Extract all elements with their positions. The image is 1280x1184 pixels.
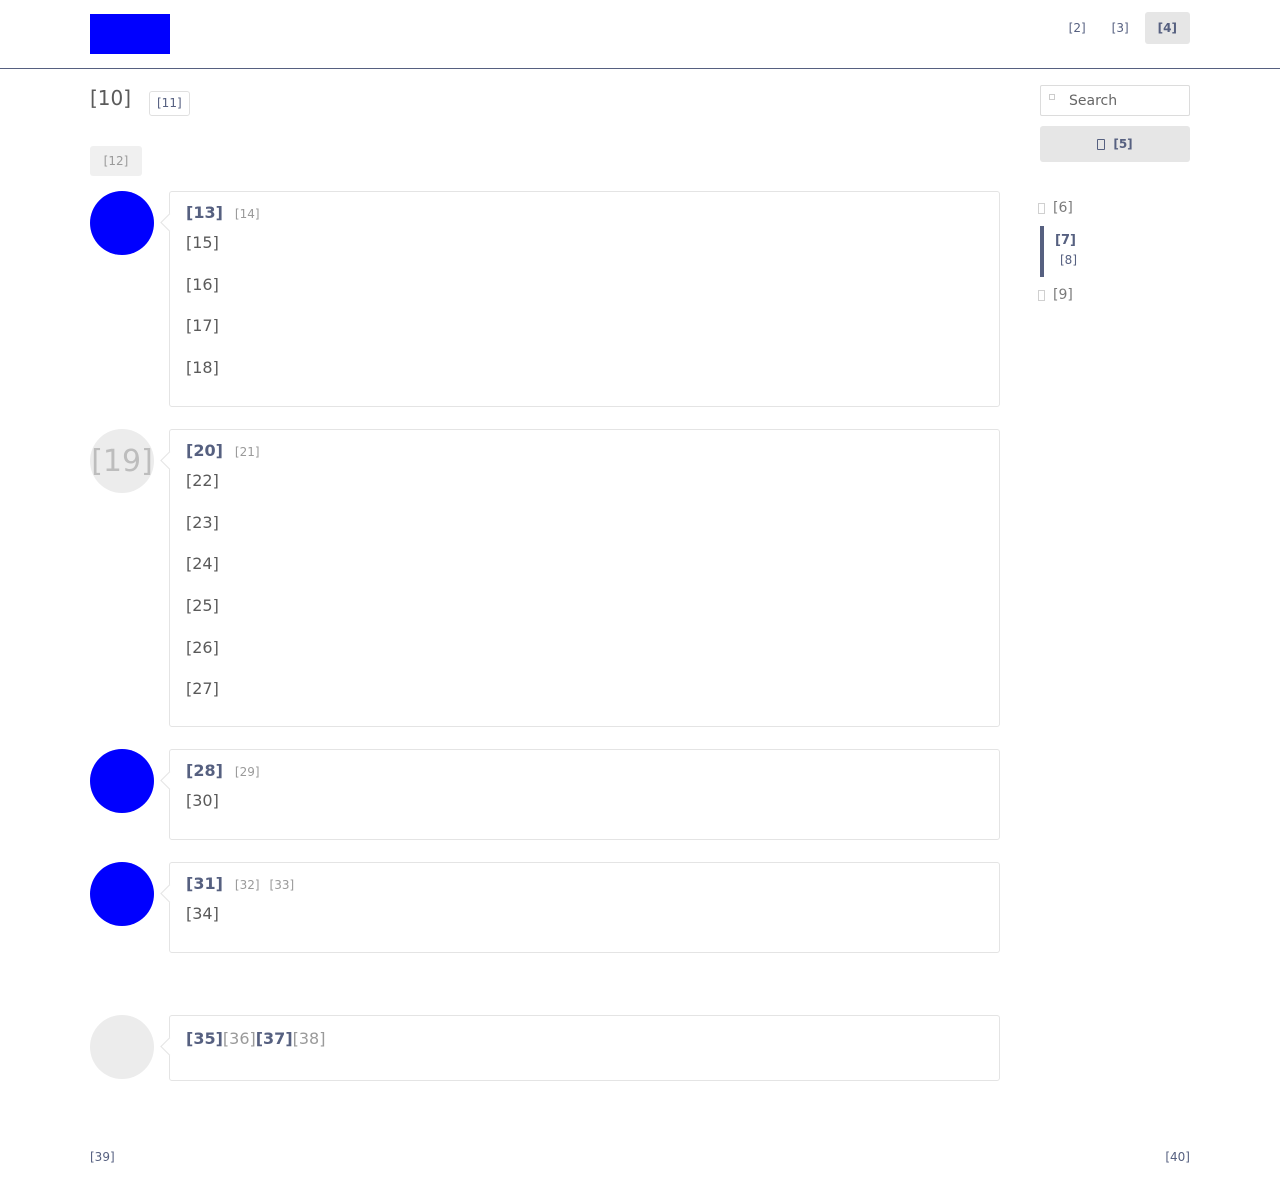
sidebar-item[interactable]: [9] <box>1036 283 1190 307</box>
search-icon <box>1049 93 1063 108</box>
compose-part[interactable]: [35] <box>186 1029 223 1048</box>
entry-meta: [29] <box>234 765 260 779</box>
entry-title[interactable]: [20] <box>186 441 223 460</box>
entry-card: [28] [29] [30] <box>169 749 1000 840</box>
entry-card: [20] [21] [22] [23] [24] [25] [26] [27] <box>169 429 1000 727</box>
entry-line: [15] <box>186 233 219 252</box>
compose-part: [36] <box>222 1029 256 1048</box>
sidebar-nav: [6] [7] [8] [9] <box>1036 196 1190 307</box>
sidebar-group-active: [7] [8] <box>1040 226 1190 277</box>
entry-meta: [32] <box>234 878 260 892</box>
footer-right-link[interactable]: [40] <box>1165 1150 1190 1164</box>
entry-title[interactable]: [31] <box>186 874 223 893</box>
site-logo[interactable] <box>90 14 170 54</box>
document-icon <box>1097 138 1106 150</box>
entry-line: [24] <box>186 554 219 574</box>
title-badge[interactable]: [11] <box>149 91 190 116</box>
entry-line: [26] <box>186 637 219 657</box>
page-title: [10] <box>90 86 132 110</box>
top-nav: [2] [3] [4] <box>1053 12 1190 44</box>
document-icon <box>1038 289 1045 301</box>
avatar[interactable] <box>90 191 154 255</box>
entry-meta: [14] <box>234 207 260 221</box>
compose-part: [38] <box>292 1029 326 1048</box>
entry-line: [16] <box>186 274 219 294</box>
filter-button[interactable]: [12] <box>90 146 142 176</box>
sidebar-button-label: [5] <box>1113 137 1133 151</box>
entry-line: [17] <box>186 316 219 336</box>
sidebar-item-label: [9] <box>1053 287 1073 303</box>
compose-line: [35][36][37][38] <box>186 1027 983 1051</box>
avatar <box>90 1015 154 1079</box>
nav-link-4[interactable]: [4] <box>1144 12 1190 44</box>
document-icon <box>1038 202 1045 214</box>
entry-line: [27] <box>186 679 219 699</box>
entry-card: [13] [14] [15] [16] [17] [18] <box>169 191 1000 407</box>
entry-line: [25] <box>186 596 219 616</box>
sidebar-button[interactable]: [5] <box>1040 126 1190 162</box>
avatar[interactable] <box>90 862 154 926</box>
sidebar-item[interactable]: [6] <box>1036 196 1190 220</box>
footer-left-link[interactable]: [39] <box>90 1150 115 1164</box>
entry-line: [34] <box>186 904 219 923</box>
search-box <box>1040 85 1190 116</box>
search-input[interactable] <box>1069 92 1179 109</box>
entry-card: [31] [32] [33] [34] <box>169 862 1000 953</box>
compose-part[interactable]: [37] <box>256 1029 293 1048</box>
avatar[interactable] <box>90 749 154 813</box>
nav-link-3[interactable]: [3] <box>1102 12 1139 44</box>
entry-line: [23] <box>186 512 219 532</box>
site-header: [2] [3] [4] <box>0 0 1280 69</box>
sidebar-group-sub[interactable]: [8] <box>1060 251 1190 269</box>
nav-link-2[interactable]: [2] <box>1059 12 1096 44</box>
entry-meta: [21] <box>234 445 260 459</box>
sidebar-item-label: [6] <box>1053 200 1073 216</box>
entry-line: [18] <box>186 358 219 378</box>
entry-line: [30] <box>186 791 219 810</box>
entry-title[interactable]: [28] <box>186 761 223 780</box>
entry-meta: [33] <box>269 878 295 892</box>
entry-line: [22] <box>186 471 219 490</box>
compose-card[interactable]: [35][36][37][38] <box>169 1015 1000 1081</box>
sidebar-group-title[interactable]: [7] <box>1055 226 1190 251</box>
entry-title[interactable]: [13] <box>186 203 223 222</box>
avatar[interactable]: [19] <box>90 429 154 493</box>
